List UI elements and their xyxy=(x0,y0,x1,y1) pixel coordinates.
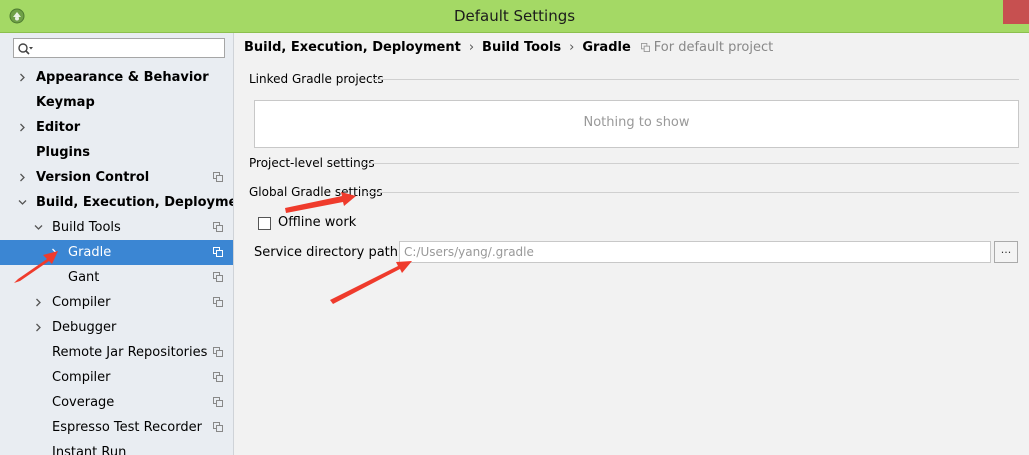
tree-item[interactable]: Espresso Test Recorder xyxy=(0,415,233,440)
browse-button[interactable]: ... xyxy=(994,241,1018,263)
chevron-right-icon[interactable] xyxy=(18,173,27,182)
chevron-right-icon[interactable] xyxy=(50,248,59,257)
tree-item[interactable]: Keymap xyxy=(0,90,233,115)
settings-tree-panel: Appearance & Behavior Keymap Editor Plugins… xyxy=(0,33,234,455)
tree-item[interactable]: Coverage xyxy=(0,390,233,415)
chevron-right-icon[interactable] xyxy=(34,323,43,332)
project-scope-icon xyxy=(213,347,223,357)
section-divider xyxy=(367,192,1019,193)
tree-item-label: Coverage xyxy=(52,395,115,410)
project-scope-icon xyxy=(640,43,650,52)
tree-item[interactable]: Plugins xyxy=(0,140,233,165)
breadcrumb-separator: › xyxy=(468,40,475,55)
project-scope-icon xyxy=(213,247,223,257)
service-directory-input[interactable] xyxy=(399,241,991,263)
tree-item[interactable]: Gradle xyxy=(0,240,233,265)
tree-item[interactable]: Compiler xyxy=(0,365,233,390)
search-field[interactable] xyxy=(13,38,225,58)
tree-item[interactable]: Editor xyxy=(0,115,233,140)
tree-item-label: Instant Run xyxy=(52,445,127,455)
tree-item[interactable]: Remote Jar Repositories xyxy=(0,340,233,365)
section-divider xyxy=(364,163,1019,164)
tree-item-label: Gradle xyxy=(68,245,112,260)
tree-item-label: Remote Jar Repositories xyxy=(52,345,208,360)
tree-item[interactable]: Appearance & Behavior xyxy=(0,65,233,90)
tree-item-label: Espresso Test Recorder xyxy=(52,420,202,435)
scope-note: For default project xyxy=(653,40,774,55)
global-gradle-settings-title: Global Gradle settings xyxy=(249,185,383,199)
tree-item[interactable]: Build Tools xyxy=(0,215,233,240)
tree-item-label: Build Tools xyxy=(52,220,121,235)
tree-item-label: Keymap xyxy=(36,95,95,110)
project-scope-icon xyxy=(213,372,223,382)
project-scope-icon xyxy=(213,222,223,232)
service-directory-label: Service directory path: xyxy=(254,245,403,260)
breadcrumb-item[interactable]: Build Tools xyxy=(482,40,561,55)
tree-item-label: Version Control xyxy=(36,170,150,185)
linked-projects-title: Linked Gradle projects xyxy=(249,72,384,86)
tree-item-label: Gant xyxy=(68,270,100,285)
tree-item-label: Build, Execution, Deployment xyxy=(36,195,234,210)
breadcrumb-separator: › xyxy=(569,40,575,55)
tree-item[interactable]: Version Control xyxy=(0,165,233,190)
chevron-right-icon[interactable] xyxy=(18,123,27,132)
chevron-down-icon[interactable] xyxy=(34,223,43,232)
project-scope-icon xyxy=(213,422,223,432)
breadcrumb: Build, Execution, Deployment › Build Tools… xyxy=(244,40,773,55)
linked-projects-list[interactable]: Nothing to show xyxy=(254,100,1019,148)
tree-item-label: Editor xyxy=(36,120,81,135)
tree-item-label: Debugger xyxy=(52,320,117,335)
project-scope-icon xyxy=(213,172,223,182)
chevron-down-icon[interactable] xyxy=(18,198,27,207)
settings-content: Build, Execution, Deployment › Build Tools… xyxy=(234,33,1029,455)
breadcrumb-item[interactable]: Build, Execution, Deployment xyxy=(244,40,461,55)
tree-item[interactable]: Build, Execution, Deployment xyxy=(0,190,233,215)
tree-item-label: Plugins xyxy=(36,145,90,160)
title-bar[interactable]: Default Settings xyxy=(0,0,1029,33)
chevron-right-icon[interactable] xyxy=(34,298,43,307)
offline-work-label[interactable]: Offline work xyxy=(278,215,356,230)
close-button[interactable] xyxy=(1003,0,1029,24)
search-icon xyxy=(18,43,33,55)
section-divider xyxy=(372,79,1019,80)
tree-item-label: Compiler xyxy=(52,295,111,310)
project-scope-icon xyxy=(213,397,223,407)
tree-item-label: Compiler xyxy=(52,370,111,385)
project-level-settings-title: Project-level settings xyxy=(249,156,375,170)
project-scope-icon xyxy=(213,297,223,307)
tree-item[interactable]: Gant xyxy=(0,265,233,290)
tree-item[interactable]: Debugger xyxy=(0,315,233,340)
tree-item[interactable]: Compiler xyxy=(0,290,233,315)
project-scope-icon xyxy=(213,272,223,282)
empty-list-text: Nothing to show xyxy=(583,115,690,130)
tree-item-label: Appearance & Behavior xyxy=(36,70,209,85)
chevron-right-icon[interactable] xyxy=(18,73,27,82)
breadcrumb-item[interactable]: Gradle xyxy=(582,40,630,55)
offline-work-checkbox[interactable] xyxy=(258,217,271,230)
window-title: Default Settings xyxy=(453,7,576,25)
tree-item[interactable]: Instant Run xyxy=(0,440,233,455)
